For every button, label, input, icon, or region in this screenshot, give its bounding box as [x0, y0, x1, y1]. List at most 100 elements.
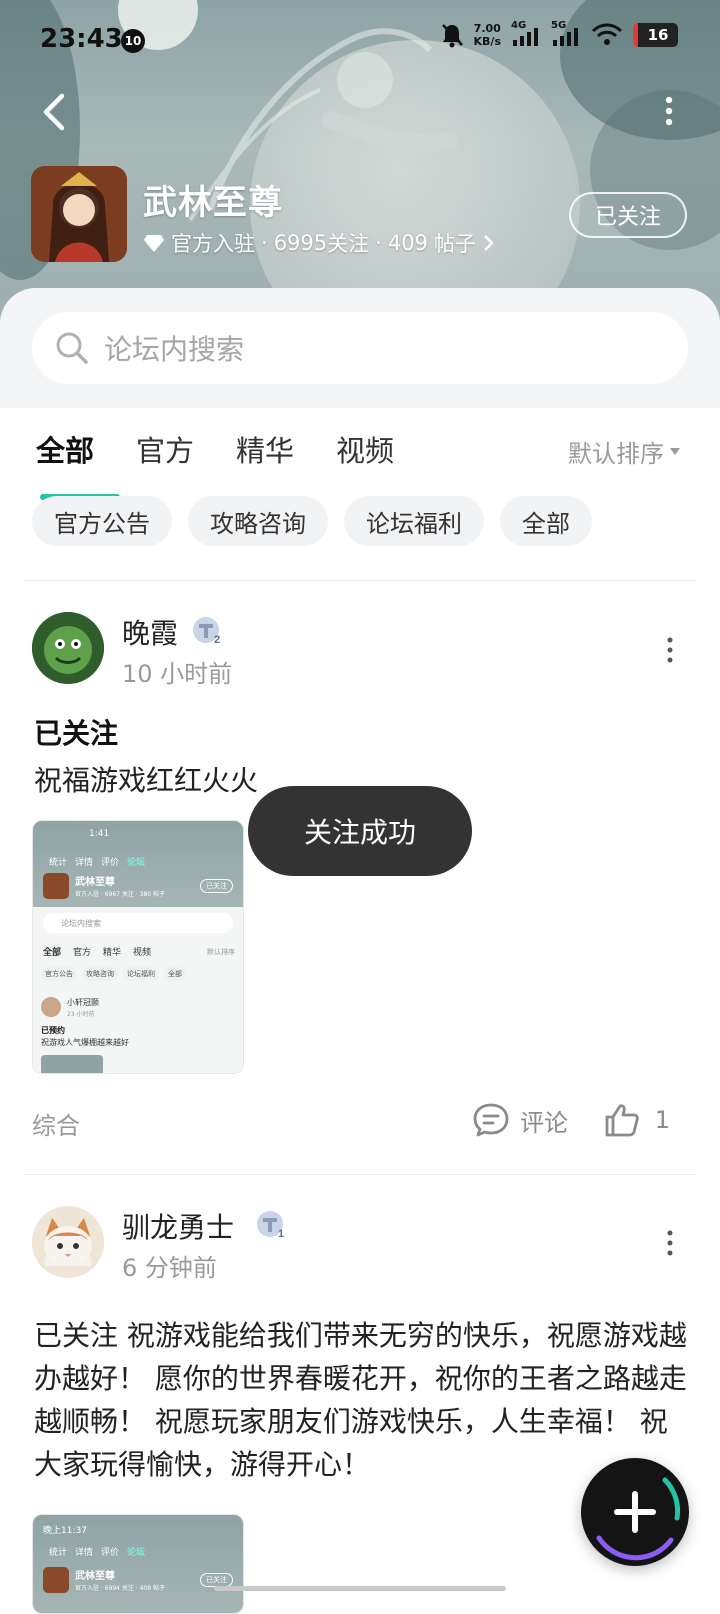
- post-title[interactable]: 已关注: [34, 712, 118, 752]
- wifi-icon: [591, 23, 623, 45]
- chip-forum-welfare[interactable]: 论坛福利: [344, 496, 484, 546]
- comment-label: 评论: [520, 1108, 568, 1137]
- like-button[interactable]: 1: [603, 1102, 670, 1138]
- thumb-header: 晚上11:37 统计 详情 评价 论坛 武林至尊 官方入驻 · 6994 关注 …: [33, 1515, 243, 1613]
- plus-icon: [614, 1491, 656, 1533]
- thumb-tab: 评价: [101, 1548, 120, 1558]
- network-speed: 7.00 KB/s: [474, 22, 501, 48]
- thumb-game-icon: [43, 873, 69, 899]
- thumb-time: 1:41: [89, 829, 110, 839]
- post-image-thumbnail[interactable]: 1:41 统计 详情 评价 论坛 武林至尊 官方入驻 · 6967 关注 · 3…: [32, 820, 244, 1074]
- thumb-chip: 官方公告: [41, 967, 77, 981]
- thumb-tab: 论坛: [127, 1548, 146, 1558]
- toast-message: 关注成功: [248, 786, 472, 876]
- separator-dot: ·: [375, 231, 382, 255]
- game-portrait-icon: [31, 166, 127, 262]
- signal-4g-icon: 4G: [511, 20, 541, 48]
- official-label: 官方入驻: [171, 232, 255, 256]
- level-badge-icon: 2: [193, 617, 220, 646]
- thumb-nav-item: 全部: [43, 948, 62, 958]
- network-speed-unit: KB/s: [473, 35, 501, 48]
- thumb-user-time: 23 小时前: [67, 1011, 95, 1018]
- dropdown-arrow-icon: [670, 448, 680, 455]
- thumb-header: 1:41 统计 详情 评价 论坛 武林至尊 官方入驻 · 6967 关注 · 3…: [33, 821, 243, 907]
- search-placeholder: 论坛内搜索: [104, 333, 245, 366]
- thumb-nav-item: 官方: [73, 948, 92, 958]
- thumb-post-title: 已预约: [41, 1026, 65, 1035]
- category-chips: 官方公告 攻略咨询 论坛福利 全部: [32, 496, 592, 546]
- status-icons: 7.00 KB/s 4G 5G 16: [440, 20, 678, 48]
- tab-video[interactable]: 视频: [336, 428, 394, 488]
- level-badge-icon: 1: [257, 1211, 284, 1240]
- post-body[interactable]: 祝福游戏红红火火: [34, 759, 258, 802]
- thumb-nav-item: 视频: [133, 948, 152, 958]
- post-time: 6 分钟前: [122, 1254, 217, 1282]
- tab-featured[interactable]: 精华: [236, 428, 294, 488]
- thumb-chip: 论坛福利: [123, 967, 159, 981]
- mute-bell-icon: [441, 24, 463, 48]
- thumb-search: 论坛内搜索: [43, 913, 233, 933]
- level-number: 2: [214, 634, 220, 646]
- avatar[interactable]: [32, 1206, 104, 1278]
- thumb-tab: 评价: [101, 858, 120, 868]
- thumb-title: 武林至尊: [75, 1571, 115, 1582]
- game-title: 武林至尊: [143, 183, 283, 223]
- network-speed-value: 7.00: [473, 22, 501, 35]
- tab-all[interactable]: 全部: [36, 428, 121, 500]
- more-vertical-icon[interactable]: [662, 96, 676, 126]
- post-username[interactable]: 晚霞: [122, 612, 178, 652]
- create-post-button[interactable]: [581, 1458, 689, 1566]
- signal-bars-icon: [513, 28, 538, 46]
- status-time: 23:43: [40, 24, 123, 54]
- divider: [24, 580, 696, 581]
- sort-dropdown[interactable]: 默认排序: [568, 434, 680, 469]
- thumb-tabs: 统计 详情 评价 论坛: [49, 1545, 145, 1558]
- thumb-time: 晚上11:37: [43, 1526, 87, 1536]
- search-icon: [56, 332, 88, 364]
- thumb-tabs: 统计 详情 评价 论坛: [49, 855, 145, 868]
- thumb-user-avatar: [41, 997, 61, 1017]
- avatar-dragon-image: [32, 612, 104, 684]
- notification-count-badge: 10: [121, 29, 145, 53]
- home-indicator[interactable]: [214, 1586, 506, 1591]
- post-username[interactable]: 驯龙勇士: [122, 1206, 234, 1246]
- diamond-icon: [144, 235, 164, 252]
- thumb-tab: 详情: [75, 1548, 94, 1558]
- thumb-tab: 详情: [75, 858, 94, 868]
- avatar-cat-image: [32, 1206, 104, 1278]
- thumb-sort: 默认排序: [207, 948, 235, 956]
- thumbs-up-icon: [605, 1104, 639, 1137]
- search-input[interactable]: 论坛内搜索: [32, 312, 688, 384]
- back-arrow-icon[interactable]: [36, 90, 76, 134]
- comment-icon: [473, 1103, 509, 1137]
- follow-count: 6995: [273, 231, 328, 255]
- thumb-game-icon: [43, 1567, 69, 1593]
- thumb-chip: 攻略咨询: [82, 967, 118, 981]
- avatar[interactable]: [32, 612, 104, 684]
- thumb-tab: 论坛: [127, 858, 146, 868]
- chip-official-announcement[interactable]: 官方公告: [32, 496, 172, 546]
- chevron-right-icon: [484, 235, 494, 251]
- tab-official[interactable]: 官方: [136, 428, 194, 488]
- thumb-tab: 统计: [49, 858, 68, 868]
- like-count: 1: [654, 1106, 670, 1134]
- chip-strategy[interactable]: 攻略咨询: [188, 496, 328, 546]
- signal-bars-icon: [553, 28, 578, 46]
- followed-button[interactable]: 已关注: [569, 192, 687, 238]
- content-tabs: 全部 官方 精华 视频: [36, 428, 394, 500]
- post-more-icon[interactable]: [666, 1230, 674, 1256]
- chip-all[interactable]: 全部: [500, 496, 592, 546]
- post-more-icon[interactable]: [666, 637, 674, 663]
- game-meta-row[interactable]: 官方入驻 · 6995 关注 · 409 帖子: [143, 228, 496, 258]
- separator-dot: ·: [261, 231, 268, 255]
- signal-5g-icon: 5G: [551, 20, 581, 48]
- post-category[interactable]: 综合: [32, 1106, 80, 1141]
- thumb-meta: 官方入驻 · 6994 关注 · 408 帖子: [75, 1585, 165, 1592]
- sort-label: 默认排序: [568, 440, 664, 468]
- follow-count-suffix: 关注: [327, 232, 370, 256]
- thumb-meta: 官方入驻 · 6967 关注 · 380 帖子: [75, 891, 165, 898]
- post-image-thumbnail[interactable]: 晚上11:37 统计 详情 评价 论坛 武林至尊 官方入驻 · 6994 关注 …: [32, 1514, 244, 1614]
- post-count: 409: [387, 231, 428, 255]
- comment-button[interactable]: 评论: [472, 1102, 568, 1138]
- divider: [24, 1174, 696, 1175]
